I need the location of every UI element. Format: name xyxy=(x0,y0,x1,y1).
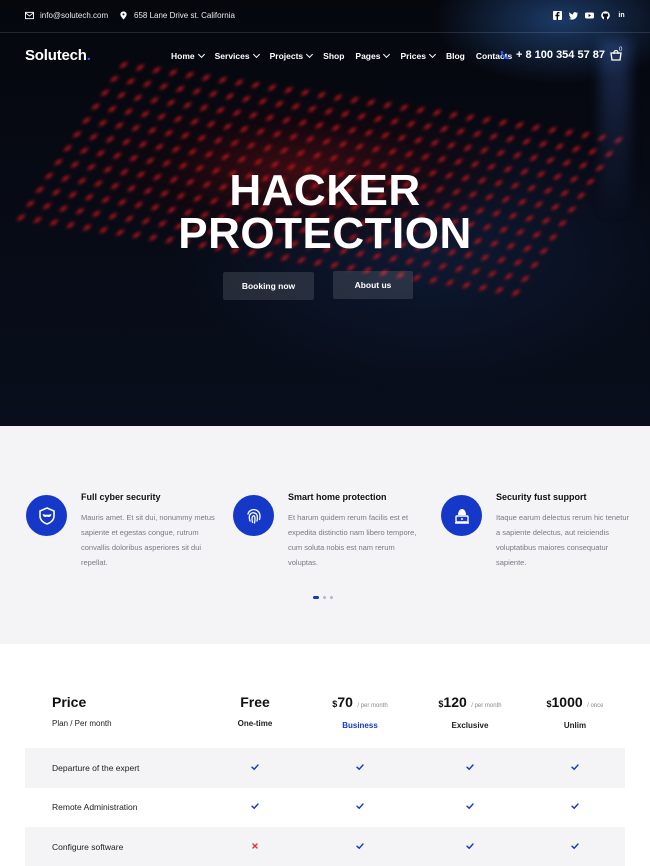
envelope-icon xyxy=(25,11,34,20)
hacker-laptop-icon xyxy=(441,495,482,536)
check-icon xyxy=(356,803,364,810)
plan-period: / once xyxy=(587,703,604,709)
check-icon xyxy=(466,843,474,850)
header-phone[interactable]: + 8 100 354 57 87 xyxy=(500,49,605,61)
hero-title-line1: HACKER xyxy=(229,166,421,215)
youtube-icon[interactable] xyxy=(585,11,594,20)
plan-name: Business xyxy=(342,721,378,730)
check-icon xyxy=(571,764,579,771)
plan-period: / per month xyxy=(471,703,502,709)
nav-services-label: Services xyxy=(214,51,250,61)
social-links: in xyxy=(553,11,626,20)
plan-price: 1000 xyxy=(551,694,583,710)
carousel-dot[interactable] xyxy=(323,596,326,599)
pricing-title: Price xyxy=(52,694,87,710)
plan-header-unlim: $1000 / once Unlim xyxy=(535,694,615,730)
plan-price-row: $120 / per month xyxy=(430,694,510,712)
feature-text: Mauris amet. Et sit dui, nonummy metus s… xyxy=(81,513,215,567)
logo-dot: . xyxy=(86,47,91,64)
feature-title: Full cyber security xyxy=(81,492,161,502)
nav-pages-label: Pages xyxy=(355,51,381,61)
plan-price: 120 xyxy=(443,694,467,710)
hero-section: info@solutech.com 658 Lane Drive st. Cal… xyxy=(0,0,650,426)
nav-projects-label: Projects xyxy=(269,51,304,61)
plan-header-business: $70 / per month Business xyxy=(320,694,400,730)
plan-header-exclusive: $120 / per month Exclusive xyxy=(430,694,510,730)
plan-price-row: $70 / per month xyxy=(320,694,400,712)
check-icon xyxy=(466,803,474,810)
chevron-down-icon xyxy=(428,50,437,59)
check-icon xyxy=(571,843,579,850)
topbar-email[interactable]: info@solutech.com xyxy=(25,11,108,20)
plan-price-row: $1000 / once xyxy=(535,694,615,712)
nav-pages[interactable]: Pages xyxy=(355,50,391,61)
feature-title: Security fust support xyxy=(496,492,587,502)
twitter-icon[interactable] xyxy=(569,11,578,20)
linkedin-icon[interactable]: in xyxy=(617,11,626,20)
nav-projects[interactable]: Projects xyxy=(269,50,314,61)
topbar-email-text: info@solutech.com xyxy=(40,11,109,20)
row-label: Configure software xyxy=(52,842,124,852)
plan-price: 70 xyxy=(337,694,353,710)
carousel-dot[interactable] xyxy=(330,596,333,599)
plan-name: One-time xyxy=(237,719,273,728)
chevron-down-icon xyxy=(306,50,314,59)
logo-text: Solutech xyxy=(25,47,87,64)
phone-number: + 8 100 354 57 87 xyxy=(516,49,605,61)
nav-shop[interactable]: Shop xyxy=(323,51,344,61)
feature-text: Et harum quidem rerum facilis est et exp… xyxy=(288,513,417,567)
carousel-dots xyxy=(313,596,333,599)
nav-prices[interactable]: Prices xyxy=(400,50,437,61)
nav-shop-label: Shop xyxy=(323,51,345,61)
nav-home-label: Home xyxy=(171,51,195,61)
topbar-address: 658 Lane Drive st. California xyxy=(119,11,235,20)
table-row: Departure of the expert xyxy=(25,748,625,788)
facebook-icon[interactable] xyxy=(553,11,562,20)
plan-header-free: Free One-time xyxy=(215,694,295,728)
check-icon xyxy=(251,803,259,810)
carousel-dot[interactable] xyxy=(313,596,319,599)
top-bar: info@solutech.com 658 Lane Drive st. Cal… xyxy=(0,0,650,33)
check-icon xyxy=(356,843,364,850)
table-row: Configure software xyxy=(25,827,625,866)
chevron-down-icon xyxy=(383,50,391,59)
feature-text: Itaque earum delectus rerum hic tenetur … xyxy=(496,513,629,567)
cart-count: 0 xyxy=(619,47,623,53)
booking-button[interactable]: Booking now xyxy=(223,272,314,300)
table-row: Remote Administration xyxy=(25,787,625,827)
pricing-section: Price Plan / Per month Free One-time $70… xyxy=(0,644,650,866)
chevron-down-icon xyxy=(197,50,205,59)
row-label: Remote Administration xyxy=(52,802,138,812)
nav-blog[interactable]: Blog xyxy=(446,51,465,61)
chevron-down-icon xyxy=(252,50,260,59)
check-icon xyxy=(251,764,259,771)
map-pin-icon xyxy=(120,11,127,20)
nav-prices-label: Prices xyxy=(400,51,426,61)
github-icon[interactable] xyxy=(601,11,610,20)
feature-title: Smart home protection xyxy=(288,492,387,502)
topbar-address-text: 658 Lane Drive st. California xyxy=(134,11,235,20)
nav-services[interactable]: Services xyxy=(214,50,260,61)
about-us-button[interactable]: About us xyxy=(333,271,413,299)
row-label: Departure of the expert xyxy=(52,763,140,773)
hero-title-line2: PROTECTION xyxy=(178,209,472,258)
check-icon xyxy=(571,803,579,810)
cross-icon xyxy=(252,843,258,849)
plan-name: Exclusive xyxy=(451,721,489,730)
shield-mask-icon xyxy=(26,495,67,536)
fingerprint-icon xyxy=(233,495,274,536)
plan-name: Unlim xyxy=(563,721,587,730)
check-icon xyxy=(466,764,474,771)
nav-blog-label: Blog xyxy=(445,51,465,61)
plan-price: Free xyxy=(240,694,270,710)
plan-period: / per month xyxy=(357,703,388,709)
nav-home[interactable]: Home xyxy=(171,50,205,61)
check-icon xyxy=(356,764,364,771)
pricing-subtitle: Plan / Per month xyxy=(52,719,112,728)
main-nav: Home Services Projects Shop Pages Prices… xyxy=(171,50,512,61)
features-section: Full cyber security Mauris amet. Et sit … xyxy=(0,426,650,644)
logo[interactable]: Solutech. xyxy=(25,47,91,64)
phone-icon xyxy=(500,50,510,60)
